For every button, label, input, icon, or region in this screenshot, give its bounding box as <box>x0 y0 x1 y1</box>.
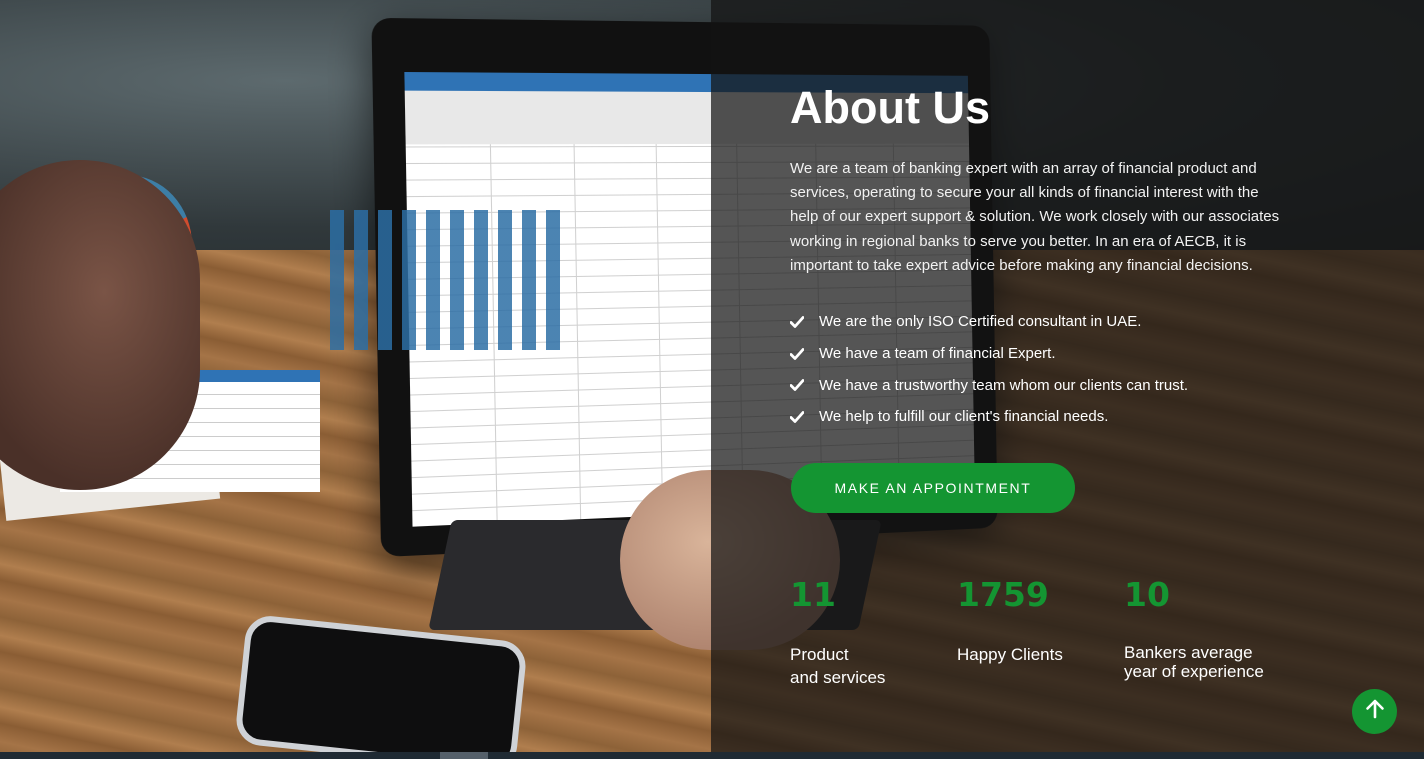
stat-label: Happy Clients <box>957 643 1063 666</box>
check-icon <box>790 346 810 362</box>
stat-label: Bankers average year of experience <box>1124 643 1264 681</box>
check-icon <box>790 314 810 330</box>
checklist-item: We help to fulfill our client's financia… <box>790 401 1188 433</box>
stat-value: 10 <box>1124 575 1170 614</box>
horizontal-scrollbar[interactable] <box>0 752 1424 759</box>
stat-label-line: Bankers average <box>1124 643 1253 662</box>
stat-label-line: year of experience <box>1124 662 1264 681</box>
make-appointment-button[interactable]: MAKE AN APPOINTMENT <box>791 463 1075 513</box>
photo-bar-chart <box>330 210 570 350</box>
stat-experience: 10 Bankers average year of experience <box>1124 575 1264 681</box>
feature-checklist: We are the only ISO Certified consultant… <box>790 306 1188 433</box>
about-title: About Us <box>790 82 990 133</box>
stat-label-line: Product <box>790 645 849 664</box>
check-icon <box>790 409 810 425</box>
about-description: We are a team of banking expert with an … <box>790 160 1280 274</box>
stat-label-line: Happy Clients <box>957 645 1063 664</box>
scrollbar-thumb[interactable] <box>440 752 488 759</box>
stat-label: Product and services <box>790 643 885 689</box>
checklist-item: We have a team of financial Expert. <box>790 338 1188 370</box>
checklist-text: We have a team of financial Expert. <box>819 345 1056 363</box>
stat-value: 11 <box>790 575 836 614</box>
check-icon <box>790 377 810 393</box>
stat-value: 1759 <box>957 575 1049 614</box>
checklist-text: We have a trustworthy team whom our clie… <box>819 376 1189 394</box>
checklist-text: We help to fulfill our client's financia… <box>819 408 1109 426</box>
checklist-text: We are the only ISO Certified consultant… <box>819 313 1142 331</box>
stat-clients: 1759 Happy Clients <box>957 575 1063 666</box>
scroll-to-top-button[interactable] <box>1352 689 1397 734</box>
photo-hand-with-pen <box>0 160 200 490</box>
checklist-item: We have a trustworthy team whom our clie… <box>790 369 1188 401</box>
stat-products: 11 Product and services <box>790 575 885 689</box>
stat-label-line: and services <box>790 668 886 687</box>
arrow-up-icon <box>1364 698 1386 725</box>
checklist-item: We are the only ISO Certified consultant… <box>790 306 1188 338</box>
